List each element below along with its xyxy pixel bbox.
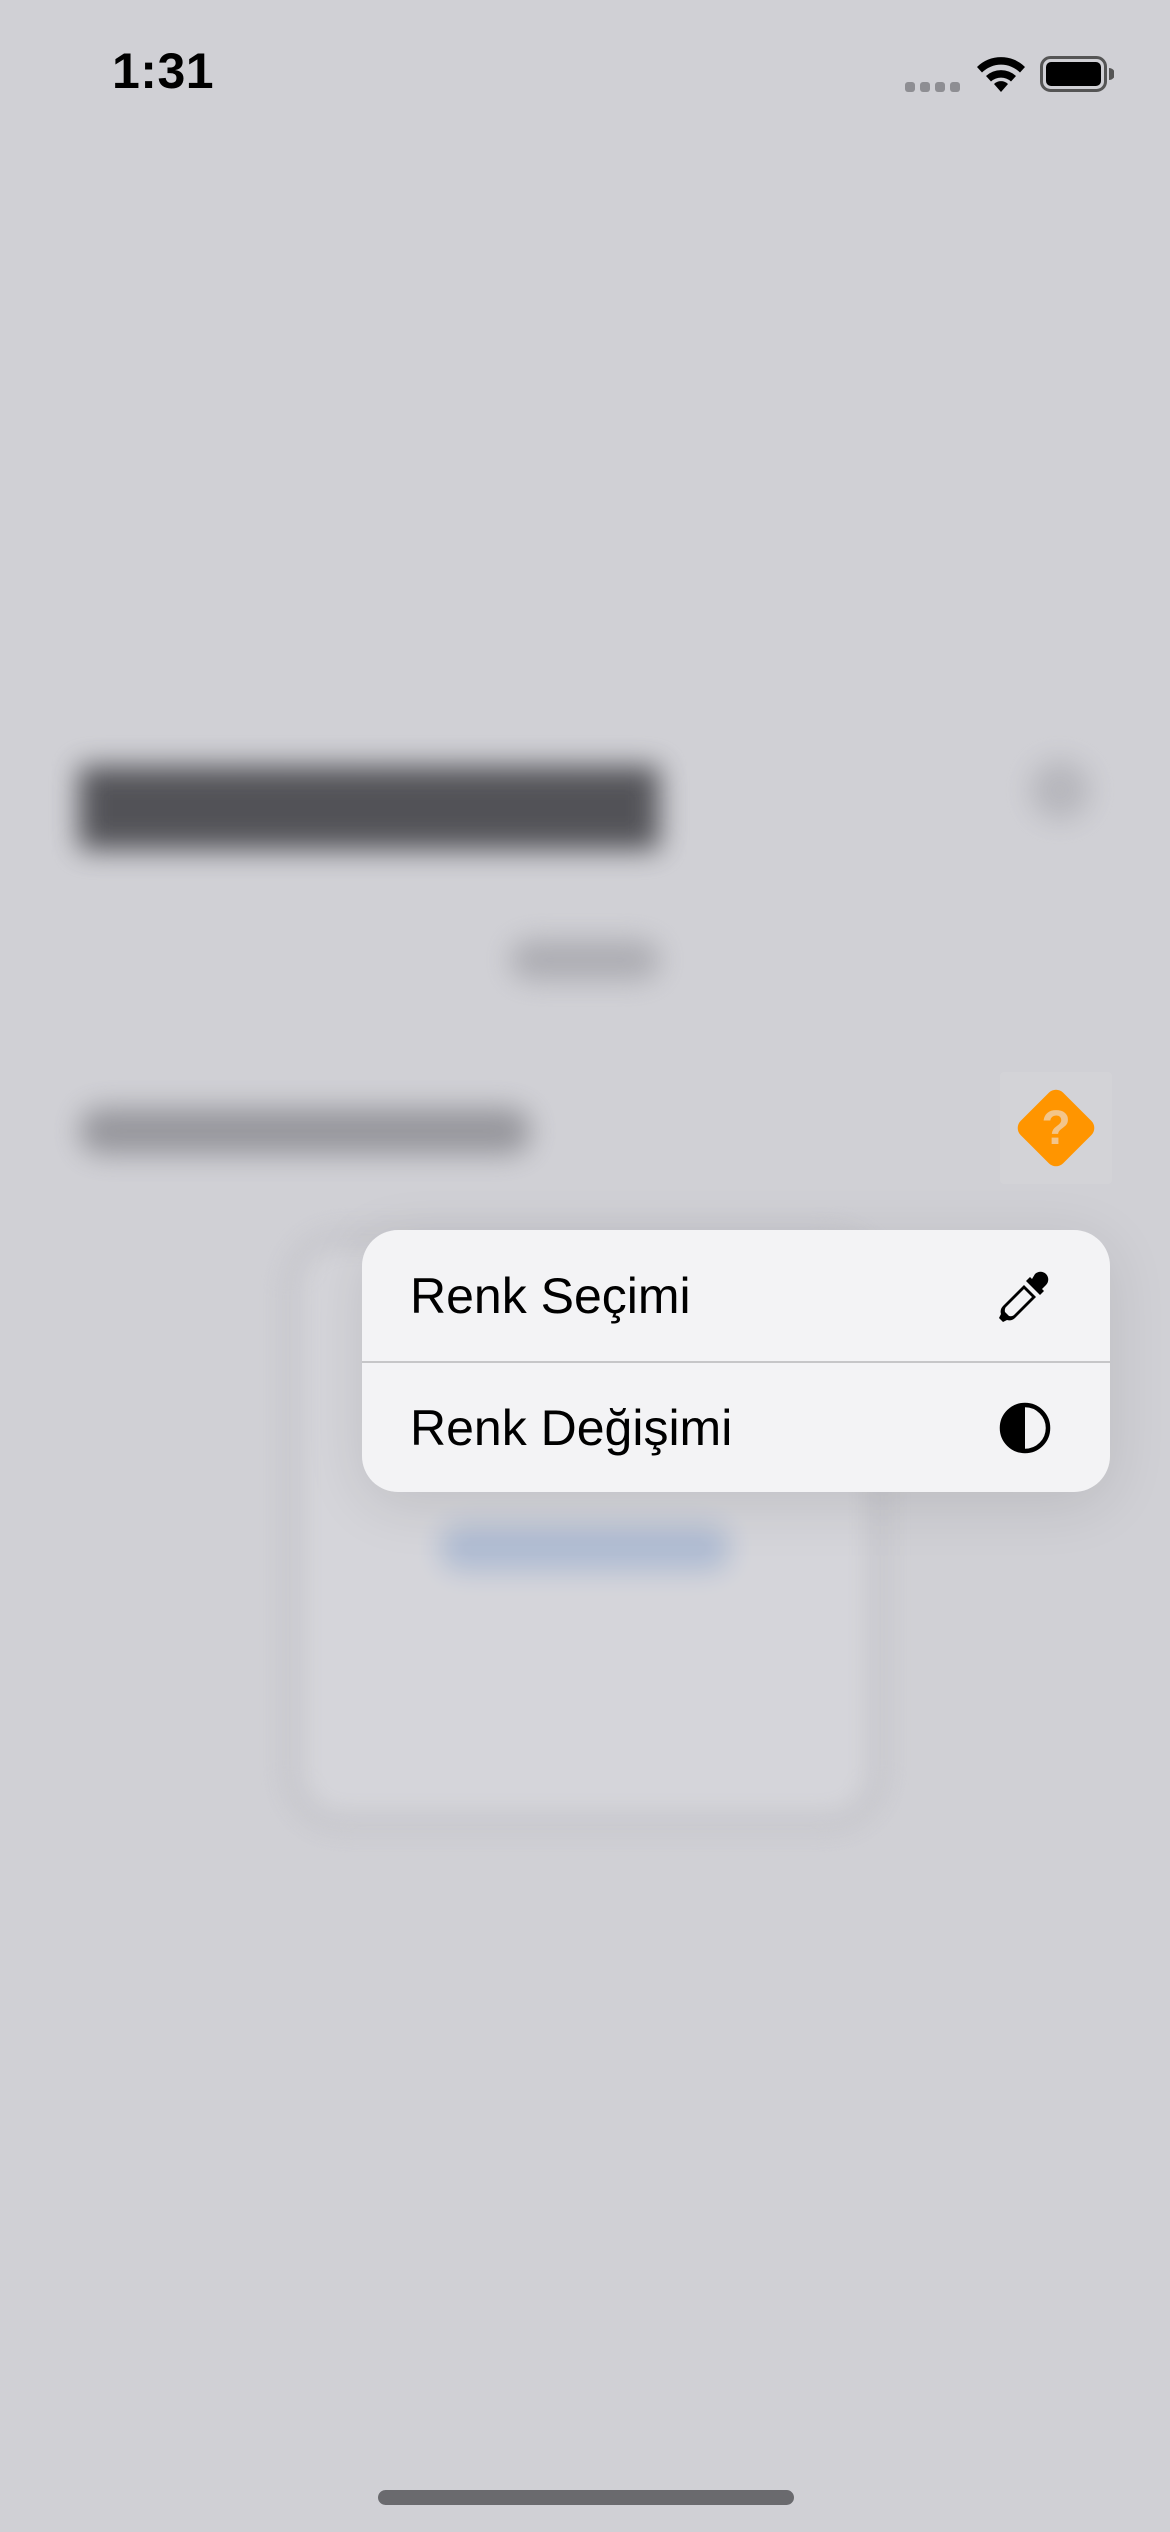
blurred-label bbox=[80, 1108, 530, 1154]
question-glyph: ? bbox=[1041, 1102, 1070, 1155]
eyedropper-icon bbox=[996, 1267, 1054, 1325]
battery-icon bbox=[1040, 56, 1114, 92]
menu-item-label: Renk Seçimi bbox=[410, 1267, 691, 1324]
warning-question-diamond-icon: ? bbox=[1017, 1089, 1095, 1167]
cellular-signal-icon bbox=[905, 80, 961, 94]
status-time: 1:31 bbox=[112, 43, 215, 99]
blurred-info-icon bbox=[1030, 760, 1090, 820]
status-bar: 1:31 bbox=[0, 0, 1170, 150]
blurred-page-title: ▆▆▆▆▆▆▆▆ bbox=[80, 741, 659, 846]
contrast-circle-icon bbox=[996, 1399, 1054, 1457]
menu-item-label: Renk Değişimi bbox=[410, 1399, 733, 1456]
blurred-subtitle bbox=[510, 940, 660, 980]
context-menu-source-button[interactable]: ? bbox=[1000, 1072, 1112, 1184]
menu-item-renk-secimi[interactable]: Renk Seçimi bbox=[362, 1230, 1110, 1361]
wifi-icon bbox=[977, 57, 1025, 92]
context-menu: Renk Seçimi Renk Değişimi bbox=[362, 1230, 1110, 1492]
blurred-link bbox=[440, 1525, 730, 1571]
home-indicator[interactable] bbox=[378, 2490, 794, 2505]
menu-item-renk-degisimi[interactable]: Renk Değişimi bbox=[362, 1361, 1110, 1492]
screen: ▆▆▆▆▆▆▆▆ 1:31 ? Renk Seçimi Renk Değişim… bbox=[0, 0, 1170, 2532]
